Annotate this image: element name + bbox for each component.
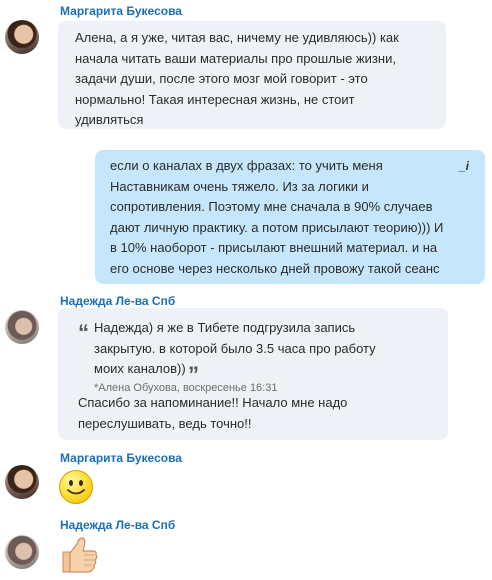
message-text: Спасибо за напоминание!! Начало мне надо… [78, 393, 438, 434]
quote-open-mark: “ [78, 320, 89, 345]
message-line: начала читать ваши материалы про прошлые… [75, 50, 396, 66]
quote-line: закрытую. в которой было 3.5 часа про ра… [94, 340, 376, 356]
message-line: сопротивления. Поэтому мне сначала в 90%… [110, 199, 433, 214]
message-line: переслушивать, ведь точно!! [78, 415, 252, 431]
avatar-nadezhda[interactable] [5, 535, 39, 569]
message-line: если о каналах в двух фразах: то учить м… [110, 158, 383, 173]
thumbs-up-emoticon [62, 537, 98, 573]
sender-name[interactable]: Маргарита Букесова [60, 451, 182, 465]
quote-line: Надежда) я же в Тибете подгрузила запись [94, 320, 356, 335]
message-line: задачи души, после этого мозг мой говори… [75, 71, 368, 86]
smiley-emoticon [59, 470, 93, 504]
quote-line: моих каналов)) [94, 361, 186, 376]
smiley-face-icon [67, 480, 85, 495]
message-line: Алена, а я уже, читая вас, ничему не уди… [75, 30, 399, 45]
message-line: Спасибо за напоминание!! Начало мне надо [78, 395, 348, 410]
message-bubble-incoming[interactable]: Алена, а я уже, читая вас, ничему не уди… [58, 21, 446, 129]
sender-name[interactable]: Надежда Ле-ва Спб [60, 294, 175, 308]
message-line: удивляться [75, 112, 144, 127]
message-bubble-incoming[interactable]: “ Надежда) я же в Тибете подгрузила запи… [58, 308, 448, 440]
message-line: нормально! Такая интересная жизнь, не ст… [75, 91, 355, 107]
avatar-margarita[interactable] [5, 465, 39, 499]
edited-icon: _i [459, 159, 470, 173]
avatar-margarita[interactable] [5, 20, 39, 54]
message-line: Наставникам очень тяжело. Из за логики и [110, 178, 369, 194]
quoted-message: Надежда) я же в Тибете подгрузила запись… [94, 318, 434, 396]
quote-close-mark: ” [188, 362, 199, 387]
message-line: дают личную практику. а потом присылают … [110, 219, 444, 235]
message-line: его основе через несколько дней провожу … [110, 260, 440, 276]
sender-name[interactable]: Надежда Ле-ва Спб [60, 518, 175, 532]
message-line: в 10% наоборот - присылают внешний матер… [110, 240, 438, 255]
message-bubble-outgoing[interactable]: если о каналах в двух фразах: то учить м… [95, 150, 485, 284]
sender-name[interactable]: Маргарита Букесова [60, 4, 182, 18]
avatar-nadezhda[interactable] [5, 310, 39, 344]
